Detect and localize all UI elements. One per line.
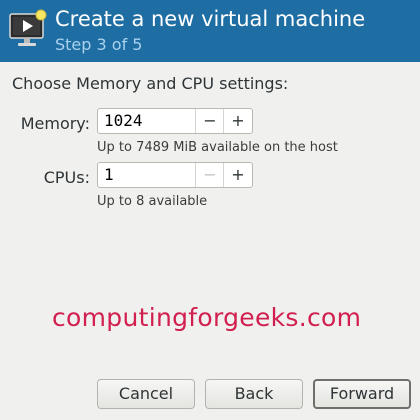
memory-hint: Up to 7489 MiB available on the host [97,140,338,155]
cpus-increment-button[interactable]: + [223,163,252,187]
cpus-label: CPUs: [43,168,90,187]
memory-label: Memory: [20,114,90,133]
back-button[interactable]: Back [205,379,303,409]
cancel-button[interactable]: Cancel [97,379,195,409]
memory-value[interactable]: 1024 [104,110,192,132]
memory-spin-button[interactable]: 1024 − + [97,108,253,134]
virtual-machine-monitor-icon [9,9,47,46]
memory-decrement-button[interactable]: − [195,109,224,133]
forward-button[interactable]: Forward [313,379,411,409]
wizard-title: Create a new virtual machine [55,7,366,31]
wizard-header: Create a new virtual machine Step 3 of 5 [0,0,420,62]
section-title: Choose Memory and CPU settings: [12,74,289,93]
memory-increment-button[interactable]: + [223,109,252,133]
wizard-step-indicator: Step 3 of 5 [55,35,143,54]
cpus-decrement-button[interactable]: − [195,163,224,187]
watermark-text: computingforgeeks.com [52,303,362,332]
cpus-spin-button[interactable]: 1 − + [97,162,253,188]
cpus-hint: Up to 8 available [97,194,208,209]
cpus-value[interactable]: 1 [104,164,192,186]
